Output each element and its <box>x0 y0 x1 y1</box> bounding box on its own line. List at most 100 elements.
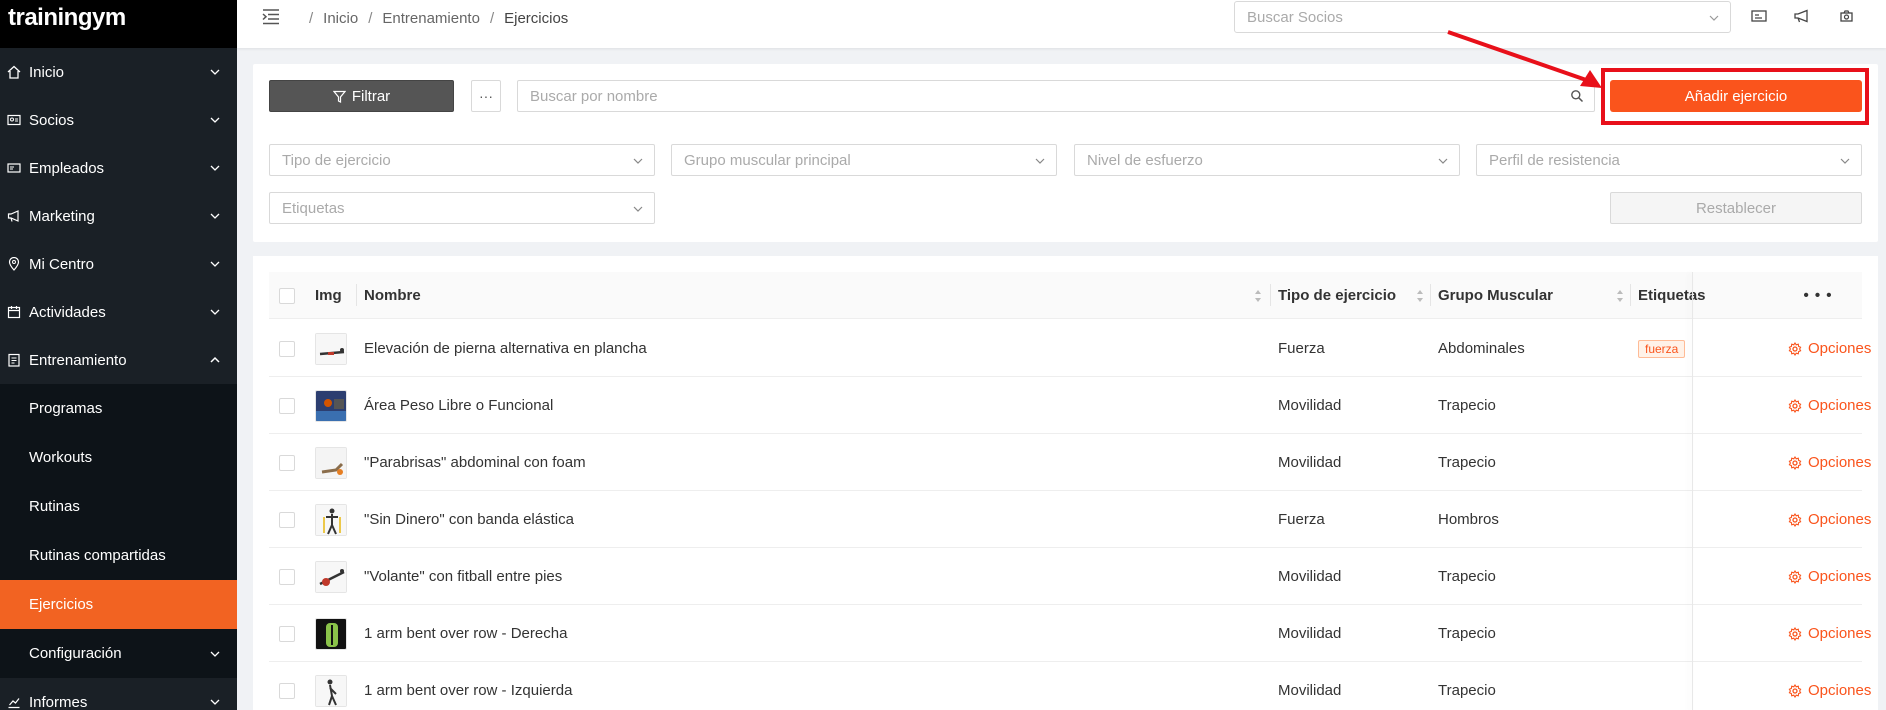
options-label: Opciones <box>1808 568 1872 585</box>
col-nombre-label: Nombre <box>364 287 421 304</box>
exercise-tags-cell: fuerza <box>1638 320 1686 377</box>
row-img-cell <box>315 434 347 491</box>
sidebar-item-label: Marketing <box>29 207 95 225</box>
select-all-checkbox[interactable] <box>279 287 295 304</box>
etiquetas-select[interactable]: Etiquetas <box>269 192 655 224</box>
sidebar-subitem-ejercicios[interactable]: Ejercicios <box>0 580 237 629</box>
chevron-down-icon <box>210 699 220 705</box>
row-checkbox-cell[interactable] <box>279 662 295 710</box>
filter-button-label: Filtrar <box>351 87 391 105</box>
more-options-button[interactable]: ··· <box>471 80 501 112</box>
options-button[interactable]: Opciones <box>1788 548 1871 605</box>
sidebar-item-label: Empleados <box>29 159 105 177</box>
row-checkbox-cell[interactable] <box>279 377 295 434</box>
row-checkbox[interactable] <box>279 625 295 642</box>
breadcrumb-separator: / <box>368 10 373 27</box>
sidebar-item-socios[interactable]: Socios <box>0 96 237 144</box>
breadcrumb-separator: / <box>309 10 314 27</box>
reset-button[interactable]: Restablecer <box>1610 192 1862 224</box>
sidebar-subitem-label: Ejercicios <box>29 596 94 613</box>
options-label: Opciones <box>1808 682 1872 699</box>
breadcrumb-entrenamiento[interactable]: Entrenamiento <box>382 10 480 27</box>
megaphone-icon[interactable] <box>1793 8 1811 24</box>
options-label: Opciones <box>1808 454 1872 471</box>
sidebar-item-label: Inicio <box>29 63 65 81</box>
table-row[interactable]: "Parabrisas" abdominal con foam Movilida… <box>269 434 1871 491</box>
row-checkbox[interactable] <box>279 682 295 699</box>
column-settings-button[interactable]: • • • <box>1774 272 1862 319</box>
select-all-cell[interactable] <box>279 272 295 319</box>
options-button[interactable]: Opciones <box>1788 320 1871 377</box>
options-label: Opciones <box>1808 625 1872 642</box>
sort-icon <box>1417 290 1423 302</box>
exercises-table: Img Nombre Tipo de ejercicio Grupo Muscu… <box>253 256 1878 710</box>
sidebar-subitem-configuracion[interactable]: Configuración <box>0 629 237 678</box>
chevron-down-icon <box>1840 158 1850 164</box>
sidebar-item-empleados[interactable]: Empleados <box>0 144 237 192</box>
exercise-type: Movilidad <box>1278 397 1342 414</box>
options-button[interactable]: Opciones <box>1788 377 1871 434</box>
camera-icon[interactable] <box>1837 8 1855 24</box>
sidebar-item-mi-centro[interactable]: Mi Centro <box>0 240 237 288</box>
options-button[interactable]: Opciones <box>1788 491 1871 548</box>
table-row[interactable]: "Sin Dinero" con banda elástica Fuerza H… <box>269 491 1871 548</box>
col-grupo[interactable]: Grupo Muscular <box>1438 272 1630 319</box>
chevron-down-icon <box>1438 158 1448 164</box>
sidebar-subitem-programas[interactable]: Programas <box>0 384 237 433</box>
sidebar-item-entrenamiento[interactable]: Entrenamiento <box>0 336 237 384</box>
options-button[interactable]: Opciones <box>1788 605 1871 662</box>
sidebar-item-label: Mi Centro <box>29 255 95 273</box>
row-checkbox[interactable] <box>279 397 295 414</box>
table-header: Img Nombre Tipo de ejercicio Grupo Muscu… <box>269 272 1862 319</box>
id-card-icon[interactable] <box>1750 8 1768 24</box>
sidebar-item-inicio[interactable]: Inicio <box>0 48 237 96</box>
sort-icon <box>1617 290 1623 302</box>
row-checkbox-cell[interactable] <box>279 605 295 662</box>
column-divider <box>1430 284 1431 306</box>
select-placeholder: Nivel de esfuerzo <box>1087 152 1203 169</box>
table-row[interactable]: Área Peso Libre o Funcional Movilidad Tr… <box>269 377 1871 434</box>
chevron-down-icon <box>210 261 220 267</box>
sidebar-subitem-label: Configuración <box>29 645 122 662</box>
gear-icon <box>1788 398 1802 413</box>
tipo-ejercicio-select[interactable]: Tipo de ejercicio <box>269 144 655 176</box>
row-img-cell <box>315 377 347 434</box>
sidebar-subitem-label: Rutinas <box>29 498 80 515</box>
search-name-input[interactable]: Buscar por nombre <box>517 80 1595 112</box>
col-nombre[interactable]: Nombre <box>364 272 1268 319</box>
sidebar-subitem-rutinas[interactable]: Rutinas <box>0 482 237 531</box>
perfil-resistencia-select[interactable]: Perfil de resistencia <box>1476 144 1862 176</box>
row-checkbox-cell[interactable] <box>279 434 295 491</box>
row-checkbox[interactable] <box>279 511 295 528</box>
table-row[interactable]: Elevación de pierna alternativa en planc… <box>269 320 1871 377</box>
table-row[interactable]: 1 arm bent over row - Izquierda Movilida… <box>269 662 1871 710</box>
filter-button[interactable]: Filtrar <box>269 80 454 112</box>
exercise-thumbnail <box>315 503 347 536</box>
sidebar-item-marketing[interactable]: Marketing <box>0 192 237 240</box>
sidebar-item-actividades[interactable]: Actividades <box>0 288 237 336</box>
col-img: Img <box>315 287 342 304</box>
table-row[interactable]: "Volante" con fitball entre pies Movilid… <box>269 548 1871 605</box>
sidebar-subitem-rutinas-compartidas[interactable]: Rutinas compartidas <box>0 531 237 580</box>
row-checkbox[interactable] <box>279 340 295 357</box>
row-checkbox-cell[interactable] <box>279 548 295 605</box>
row-checkbox-cell[interactable] <box>279 320 295 377</box>
nivel-esfuerzo-select[interactable]: Nivel de esfuerzo <box>1074 144 1460 176</box>
highlight-box <box>1601 68 1869 125</box>
search-name-placeholder: Buscar por nombre <box>530 88 658 105</box>
options-button[interactable]: Opciones <box>1788 434 1871 491</box>
chevron-down-icon <box>210 309 220 315</box>
exercise-thumbnail <box>315 617 347 650</box>
grupo-muscular-select[interactable]: Grupo muscular principal <box>671 144 1057 176</box>
row-checkbox[interactable] <box>279 568 295 585</box>
options-button[interactable]: Opciones <box>1788 662 1871 710</box>
breadcrumb-inicio[interactable]: Inicio <box>323 10 358 27</box>
sidebar-item-informes[interactable]: Informes <box>0 678 237 710</box>
menu-fold-icon[interactable] <box>261 8 281 26</box>
row-checkbox-cell[interactable] <box>279 491 295 548</box>
col-tipo[interactable]: Tipo de ejercicio <box>1278 272 1430 319</box>
table-row[interactable]: 1 arm bent over row - Derecha Movilidad … <box>269 605 1871 662</box>
sidebar-subitem-workouts[interactable]: Workouts <box>0 433 237 482</box>
row-checkbox[interactable] <box>279 454 295 471</box>
col-tipo-label: Tipo de ejercicio <box>1278 287 1397 304</box>
